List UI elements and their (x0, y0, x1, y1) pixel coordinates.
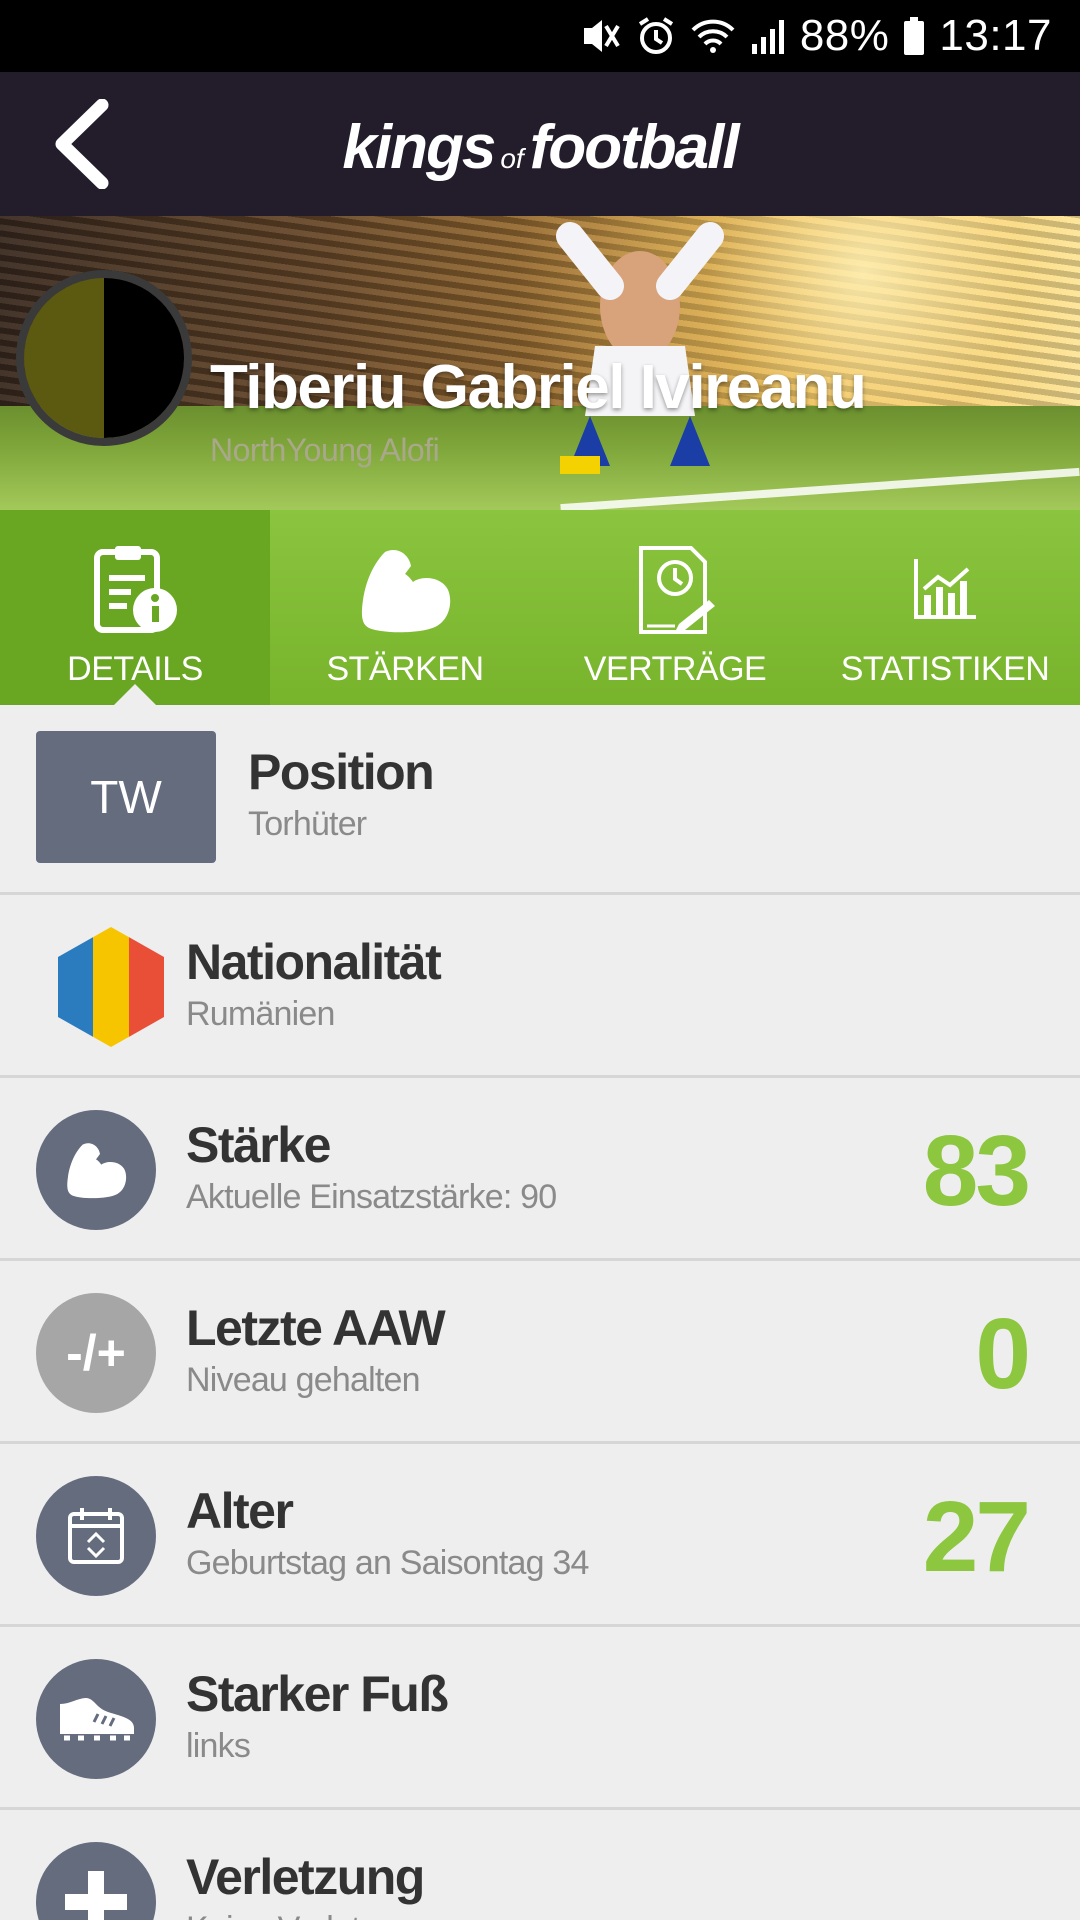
minus-plus-icon: -/+ (36, 1293, 156, 1413)
player-name: Tiberiu Gabriel Ivireanu (210, 353, 867, 422)
row-title: Stärke (186, 1117, 331, 1173)
clock: 13:17 (939, 11, 1052, 60)
row-subtitle: Aktuelle Einsatzstärke: 90 (186, 1178, 557, 1216)
age-icon-circle (36, 1476, 156, 1596)
club-name[interactable]: NorthYoung Alofi (210, 432, 440, 469)
list-item-injury[interactable]: Verletzung Keine Verletzung (0, 1810, 1080, 1920)
foot-icon-circle (36, 1659, 156, 1779)
list-item-nationality[interactable]: Nationalität Rumänien (0, 895, 1080, 1078)
calendar-icon (68, 1508, 124, 1564)
list-item-last-aaw[interactable]: -/+ Letzte AAW Niveau gehalten 0 (0, 1261, 1080, 1444)
tab-details[interactable]: DETAILS (0, 510, 270, 706)
football-boot-icon (60, 1698, 134, 1741)
age-value: 27 (922, 1481, 1031, 1593)
flexed-arm-icon (67, 1143, 127, 1199)
row-subtitle: Rumänien (186, 995, 335, 1033)
romania-flag-icon (58, 927, 164, 1047)
battery-percent: 88% (799, 11, 890, 60)
row-subtitle: Niveau gehalten (186, 1361, 421, 1399)
contract-clock-icon (639, 546, 715, 634)
app-bar: kings offootball (0, 72, 1080, 216)
player-details-list: TW Position Torhüter Nationalität Rumäni… (0, 705, 1080, 1920)
strength-value: 83 (922, 1115, 1031, 1227)
status-bar: 88% 13:17 (0, 0, 1080, 72)
row-subtitle: Torhüter (248, 805, 367, 843)
row-title: Letzte AAW (186, 1300, 446, 1356)
row-subtitle: Geburtstag an Saisontag 34 (186, 1544, 589, 1582)
active-tab-pointer (113, 684, 157, 706)
position-badge: TW (36, 731, 216, 863)
list-item-strength[interactable]: Stärke Aktuelle Einsatzstärke: 90 83 (0, 1078, 1080, 1261)
tab-staerken[interactable]: STÄRKEN (270, 510, 540, 705)
details-info-icon (94, 546, 177, 633)
app-logo: kings offootball (342, 113, 739, 182)
bar-chart-icon (914, 559, 976, 619)
list-item-strong-foot[interactable]: Starker Fuß links (0, 1627, 1080, 1810)
injury-icon-circle (36, 1842, 156, 1920)
row-subtitle: Keine Verletzung (186, 1910, 431, 1920)
strength-icon-circle (36, 1110, 156, 1230)
tab-vertraege[interactable]: VERTRÄGE (540, 510, 810, 705)
flexed-arm-icon (361, 549, 451, 633)
tab-statistiken[interactable]: STATISTIKEN (810, 510, 1080, 705)
row-subtitle: links (186, 1727, 251, 1765)
battery-icon (903, 16, 925, 56)
row-title: Position (248, 744, 435, 800)
row-title: Alter (186, 1483, 294, 1539)
tab-bar: DETAILS STÄRKEN VERTRÄGE STATISTIKEN (0, 510, 1080, 706)
row-title: Nationalität (186, 934, 442, 990)
list-item-position[interactable]: TW Position Torhüter (0, 705, 1080, 895)
last-aaw-value: 0 (975, 1298, 1031, 1410)
signal-icon (750, 16, 786, 56)
alarm-icon (636, 16, 676, 56)
list-item-age[interactable]: Alter Geburtstag an Saisontag 34 27 (0, 1444, 1080, 1627)
plus-cross-icon (65, 1871, 127, 1920)
mute-vibrate-icon (576, 16, 622, 56)
row-title: Verletzung (186, 1849, 425, 1905)
celebrating-player-image (556, 222, 724, 474)
club-badge (16, 270, 192, 446)
row-title: Starker Fuß (186, 1666, 449, 1722)
wifi-icon (690, 16, 736, 56)
